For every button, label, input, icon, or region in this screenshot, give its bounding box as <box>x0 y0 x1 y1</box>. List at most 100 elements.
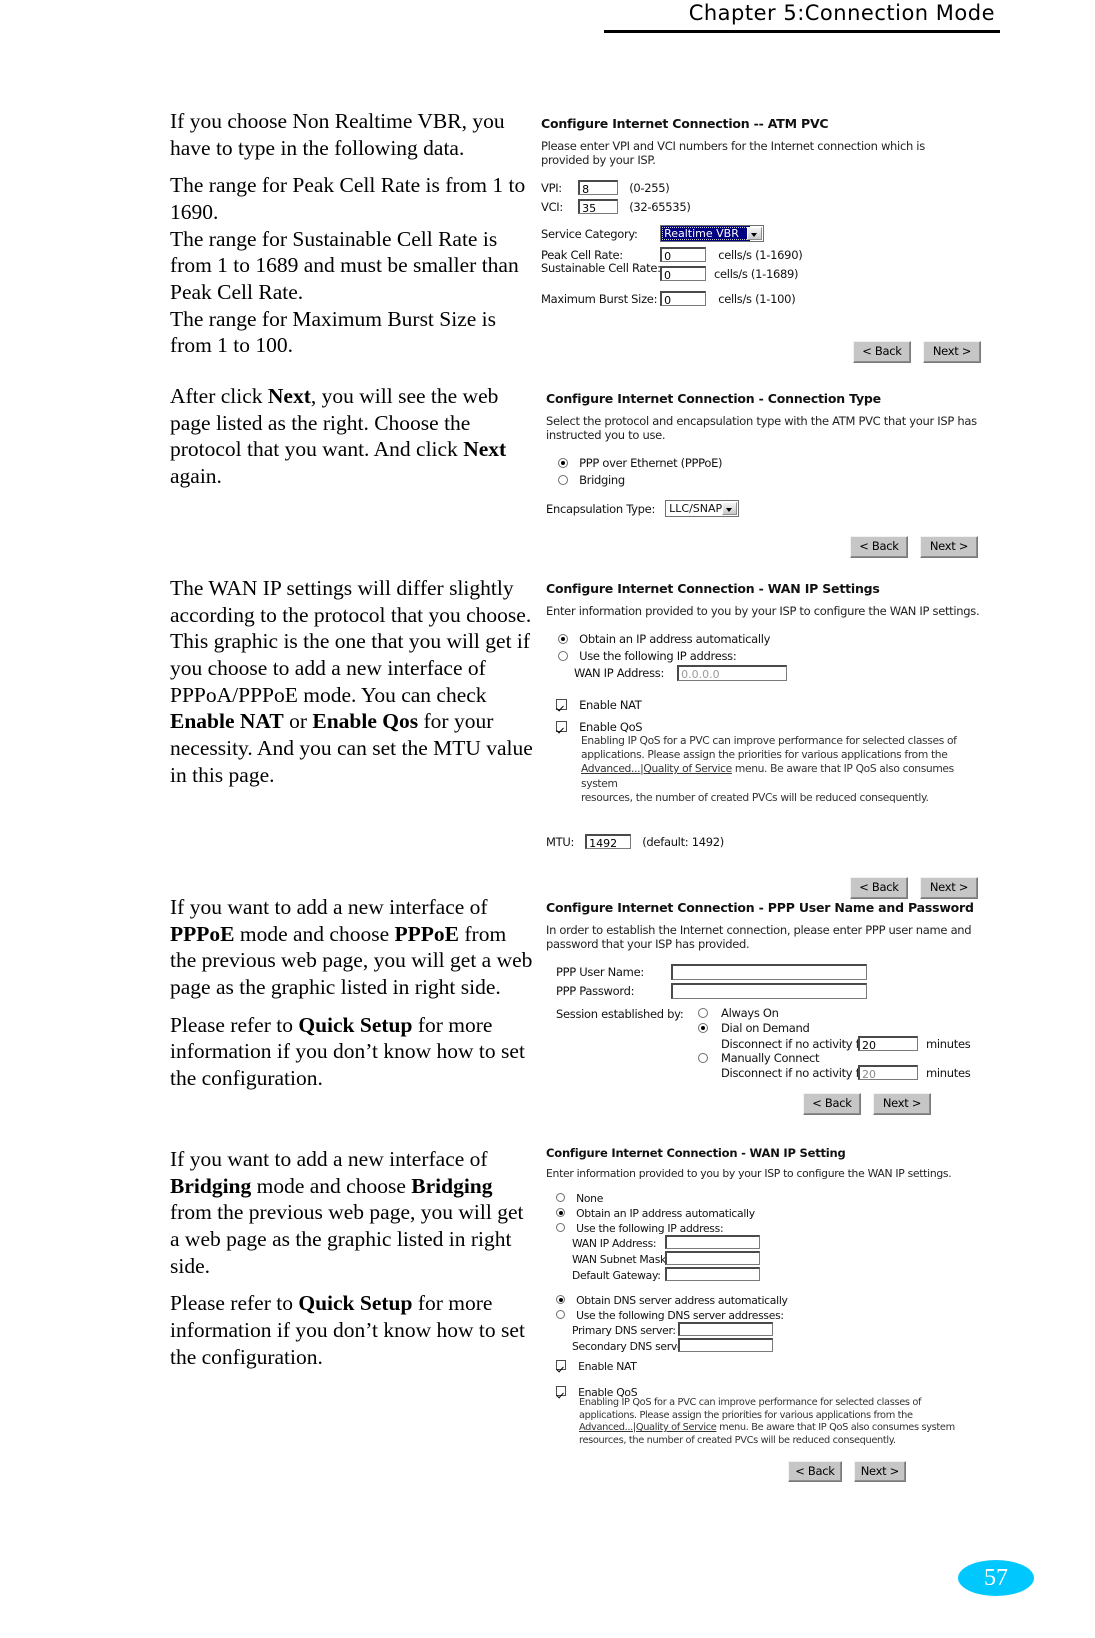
panel-title: Configure Internet Connection - WAN IP S… <box>546 581 880 596</box>
ppp-password-input[interactable] <box>671 982 868 999</box>
back-button[interactable]: < Back <box>802 1093 861 1115</box>
qos-note-line: applications. Please assign the prioriti… <box>581 748 948 762</box>
next-button[interactable]: Next > <box>920 536 978 558</box>
service-category-value: Realtime VBR <box>661 226 751 242</box>
paragraph: If you choose Non Realtime VBR, you have… <box>170 109 505 160</box>
page-number-badge: 57 <box>958 1560 1034 1596</box>
mtu-input[interactable]: 1492 <box>585 834 632 850</box>
wan-ip-address-input[interactable]: 0.0.0.0 <box>677 664 788 681</box>
next-button[interactable]: Next > <box>873 1093 931 1115</box>
panel-description: Enter information provided to you by you… <box>546 1167 952 1181</box>
range-max-burst-size: The range for Maximum Burst Size is from… <box>170 306 497 358</box>
default-gateway-label: Default Gateway: <box>572 1268 661 1282</box>
disconnect-inactivity-input-dial[interactable]: 20 <box>858 1036 918 1052</box>
disconnect-inactivity-label-2: Disconnect if no activity for <box>721 1066 871 1081</box>
qos-note: Enabling IP QoS for a PVC can improve pe… <box>581 734 993 805</box>
session-established-by-label: Session established by: <box>556 1007 684 1022</box>
back-button[interactable]: < Back <box>852 341 911 363</box>
quality-of-service-link[interactable]: Advanced...|Quality of Service <box>581 762 732 775</box>
paragraph: If you want to add a new interface of Br… <box>170 1146 533 1279</box>
text-bold-quick-setup: Quick Setup <box>298 1291 413 1316</box>
text-fragment: mode and choose <box>234 921 395 946</box>
radio-obtain-dns-automatically[interactable] <box>556 1294 565 1304</box>
qos-note-line: Enabling IP QoS for a PVC can improve pe… <box>579 1396 922 1408</box>
chapter-title: Chapter 5:Connection Mode <box>688 1 995 25</box>
qos-note-line: resources, the number of created PVCs wi… <box>579 1435 896 1447</box>
radio-always-on-label: Always On <box>721 1006 779 1021</box>
panel-description: Please enter VPI and VCI numbers for the… <box>541 138 925 167</box>
radio-obtain-ip-automatically[interactable] <box>556 1207 565 1217</box>
ppp-user-name-input[interactable] <box>671 963 868 980</box>
qos-note-line: resources, the number of created PVCs wi… <box>581 790 929 804</box>
radio-dial-on-demand[interactable] <box>698 1023 708 1034</box>
next-button[interactable]: Next > <box>920 877 978 899</box>
encapsulation-type-label: Encapsulation Type: <box>546 502 656 517</box>
radio-use-following-ip-label: Use the following IP address: <box>579 649 737 663</box>
body-text-bridging: If you want to add a new interface of Br… <box>170 1146 533 1370</box>
text-fragment: After click <box>170 384 268 408</box>
back-button[interactable]: < Back <box>849 877 908 899</box>
radio-bridging[interactable] <box>558 474 568 485</box>
service-category-label: Service Category: <box>541 227 638 242</box>
vpi-input[interactable]: 8 <box>578 180 619 196</box>
range-sustainable-cell-rate: The range for Sustainable Cell Rate is f… <box>170 226 519 304</box>
quality-of-service-link[interactable]: Advanced...|Quality of Service <box>579 1422 717 1433</box>
wan-ip-address-label: WAN IP Address: <box>574 666 665 680</box>
max-burst-size-input[interactable]: 0 <box>660 291 707 307</box>
radio-dial-on-demand-label: Dial on Demand <box>721 1021 810 1036</box>
checkbox-enable-nat-label: Enable NAT <box>579 698 642 712</box>
screenshot-ppp-credentials: Configure Internet Connection - PPP User… <box>546 900 991 1115</box>
secondary-dns-input[interactable] <box>678 1338 774 1353</box>
text-bold-pppoe: PPPoE <box>394 921 460 946</box>
body-text-ppp-credentials: If you want to add a new interface of PP… <box>170 894 533 1092</box>
checkbox-enable-qos[interactable] <box>556 1386 566 1397</box>
back-button[interactable]: < Back <box>849 536 908 558</box>
text-fragment: from the previous web page, you will get… <box>170 1200 524 1278</box>
radio-pppoe[interactable] <box>558 457 568 468</box>
text-fragment: Please refer to <box>170 1291 299 1316</box>
default-gateway-input[interactable] <box>665 1267 761 1282</box>
paragraph: Please refer to Quick Setup for more inf… <box>170 1290 533 1370</box>
radio-manually-connect[interactable] <box>698 1053 708 1064</box>
radio-use-following-ip[interactable] <box>558 650 568 661</box>
page-running-header: Chapter 5:Connection Mode <box>0 0 1095 34</box>
checkbox-enable-qos[interactable] <box>556 721 567 732</box>
checkbox-enable-nat[interactable] <box>556 699 567 710</box>
qos-note-line-rest: menu. Be aware that IP QoS also consumes… <box>716 1422 955 1434</box>
screenshot-bridging-wan-ip: Configure Internet Connection - WAN IP S… <box>546 1146 991 1483</box>
checkbox-enable-nat[interactable] <box>556 1360 566 1371</box>
text-fragment: If you want to add a new interface of <box>170 1147 488 1171</box>
next-button[interactable]: Next > <box>853 1460 906 1483</box>
text-fragment: again. <box>170 463 222 488</box>
vci-input[interactable]: 35 <box>578 199 619 215</box>
radio-use-following-dns[interactable] <box>556 1309 565 1319</box>
vci-range: (32-65535) <box>629 200 691 215</box>
radio-obtain-ip-automatically-label: Obtain an IP address automatically <box>579 632 771 646</box>
service-category-select[interactable]: Realtime VBR <box>660 225 765 243</box>
qos-note-line: Advanced...|Quality of Service menu. Be … <box>581 762 993 790</box>
radio-obtain-ip-automatically[interactable] <box>558 633 568 644</box>
chevron-down-icon[interactable] <box>747 227 763 241</box>
range-peak-cell-rate: The range for Peak Cell Rate is from 1 t… <box>170 173 526 224</box>
text-bold-pppoe: PPPoE <box>170 921 235 946</box>
encapsulation-type-value: LLC/SNAP <box>669 502 723 516</box>
text-bold-enable-nat: Enable NAT <box>170 709 284 734</box>
panel-title: Configure Internet Connection -- ATM PVC <box>541 116 829 131</box>
disconnect-inactivity-input-manual[interactable]: 20 <box>858 1065 918 1081</box>
radio-use-following-ip[interactable] <box>556 1222 565 1232</box>
chevron-down-icon[interactable] <box>722 502 738 516</box>
encapsulation-type-select[interactable]: LLC/SNAP <box>665 500 740 518</box>
radio-always-on[interactable] <box>698 1008 708 1019</box>
radio-bridging-label: Bridging <box>579 473 625 488</box>
next-button[interactable]: Next > <box>923 341 981 363</box>
screenshot-atm-pvc: Configure Internet Connection -- ATM PVC… <box>541 116 993 363</box>
radio-none[interactable] <box>556 1192 565 1202</box>
peak-cell-rate-units: cells/s (1-1690) <box>718 248 803 263</box>
qos-note-line: Advanced...|Quality of Service menu. Be … <box>579 1422 979 1435</box>
text-bold-bridging: Bridging <box>170 1173 252 1198</box>
back-button[interactable]: < Back <box>788 1460 842 1483</box>
peak-cell-rate-input[interactable]: 0 <box>660 247 707 263</box>
sustainable-cell-rate-input[interactable]: 0 <box>660 266 706 282</box>
panel-description: In order to establish the Internet conne… <box>546 922 972 951</box>
text-fragment: If you want to add a new interface of <box>170 895 488 919</box>
